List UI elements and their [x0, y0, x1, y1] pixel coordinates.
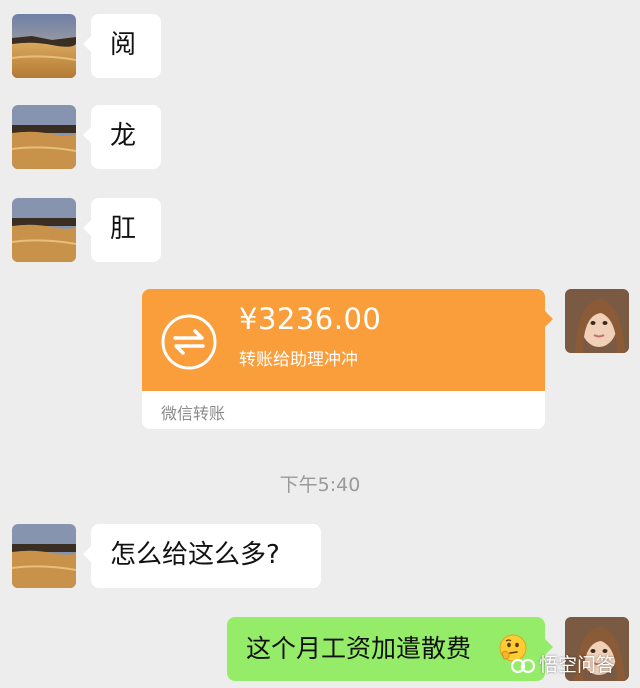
contact-avatar[interactable]	[12, 524, 76, 588]
transfer-amount: ¥3236.00	[239, 302, 382, 336]
incoming-message-bubble[interactable]: 怎么给这么多?	[83, 524, 321, 588]
incoming-message-bubble[interactable]: 龙	[83, 105, 161, 169]
transfer-source-label: 微信转账	[161, 404, 226, 423]
message-text: 这个月工资加遣散费	[246, 634, 472, 663]
contact-avatar[interactable]	[12, 14, 76, 78]
transfer-arrows-icon	[161, 314, 217, 370]
transfer-message-card[interactable]: ¥3236.00 转账给助理冲冲 微信转账	[142, 289, 553, 429]
message-text: 怎么给这么多?	[110, 540, 280, 570]
message-text: 阅	[110, 30, 137, 60]
wukong-watermark: 悟空问答	[510, 650, 615, 680]
wukong-logo-icon	[510, 658, 536, 673]
outgoing-message-bubble[interactable]: 这个月工资加遣散费	[227, 617, 553, 681]
my-avatar[interactable]	[565, 289, 629, 353]
contact-avatar[interactable]	[12, 105, 76, 169]
watermark-text: 悟空问答	[539, 654, 616, 676]
incoming-message-bubble[interactable]: 肛	[83, 198, 161, 262]
message-text: 肛	[110, 214, 137, 244]
incoming-message-bubble[interactable]: 阅	[83, 14, 161, 78]
transfer-card-header: ¥3236.00 转账给助理冲冲	[142, 289, 553, 391]
transfer-card-footer: 微信转账	[142, 391, 545, 429]
contact-avatar[interactable]	[12, 198, 76, 262]
message-text: 龙	[110, 121, 137, 151]
message-timestamp: 下午5:40	[279, 474, 361, 496]
transfer-description: 转账给助理冲冲	[239, 350, 358, 370]
